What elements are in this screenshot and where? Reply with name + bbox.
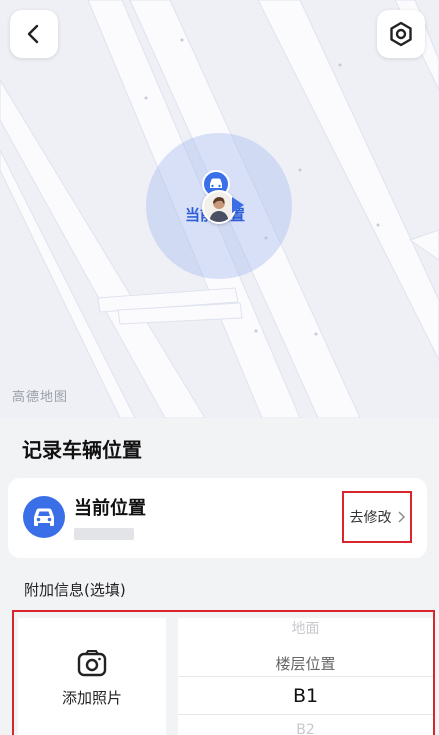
user-avatar [202,190,236,224]
heading-arrow-icon [232,197,244,213]
floor-picker[interactable]: 地面 楼层位置 B1 B2 [178,618,433,735]
modify-location-button[interactable]: 去修改 [342,491,412,543]
location-address-redacted [74,528,134,540]
floor-option-selected[interactable]: B1 [178,685,433,707]
map-view[interactable]: 当前位置 高德地图 [0,0,439,418]
extra-info-section: 添加照片 地面 楼层位置 B1 B2 [12,610,435,735]
floor-option-ground[interactable]: 地面 [178,618,433,638]
map-logo: 高德地图 [12,390,69,405]
camera-icon [77,649,107,676]
car-icon [23,496,65,538]
modify-label: 去修改 [349,510,392,526]
picker-divider [178,714,433,715]
panel-title: 记录车辆位置 [22,438,142,462]
gear-icon [390,21,412,47]
chevron-right-icon [398,511,405,523]
add-photo-label: 添加照片 [61,688,122,707]
record-vehicle-panel: 记录车辆位置 当前位置 去修改 附加信息(选填) 添加照片 地面 楼层位置 B1… [0,418,439,735]
settings-button[interactable] [377,10,425,58]
extra-info-label: 附加信息(选填) [24,581,126,599]
back-button[interactable] [10,10,58,58]
floor-option-b2[interactable]: B2 [178,722,433,735]
picker-divider [178,676,433,677]
current-location-card: 当前位置 去修改 [8,478,427,558]
floor-picker-header: 楼层位置 [275,655,336,673]
chevron-left-icon [27,24,39,44]
add-photo-button[interactable]: 添加照片 [18,618,166,735]
current-location-title: 当前位置 [74,498,146,519]
car-icon [210,178,222,188]
